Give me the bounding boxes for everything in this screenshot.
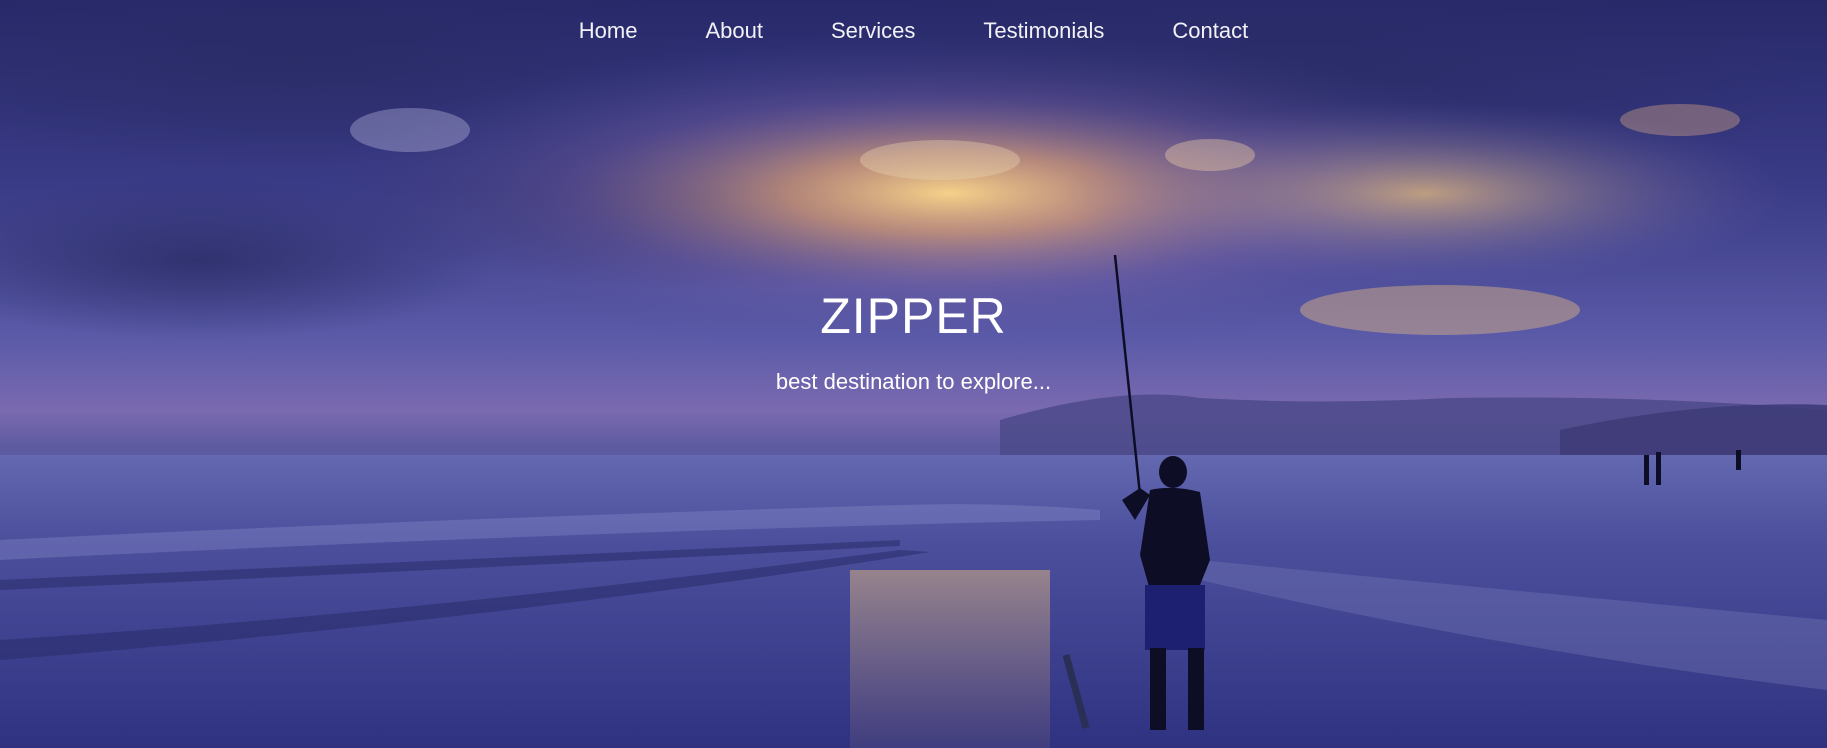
hero-section: Home About Services Testimonials Contact… (0, 0, 1827, 748)
hero-title: ZIPPER (820, 288, 1007, 344)
nav-link-services[interactable]: Services (831, 18, 915, 44)
nav-link-testimonials[interactable]: Testimonials (983, 18, 1104, 44)
hero-subtitle: best destination to explore... (775, 369, 1052, 394)
nav-link-contact[interactable]: Contact (1172, 18, 1248, 44)
nav-link-about[interactable]: About (705, 18, 763, 44)
nav-link-home[interactable]: Home (579, 18, 638, 44)
top-navigation: Home About Services Testimonials Contact (0, 0, 1827, 62)
